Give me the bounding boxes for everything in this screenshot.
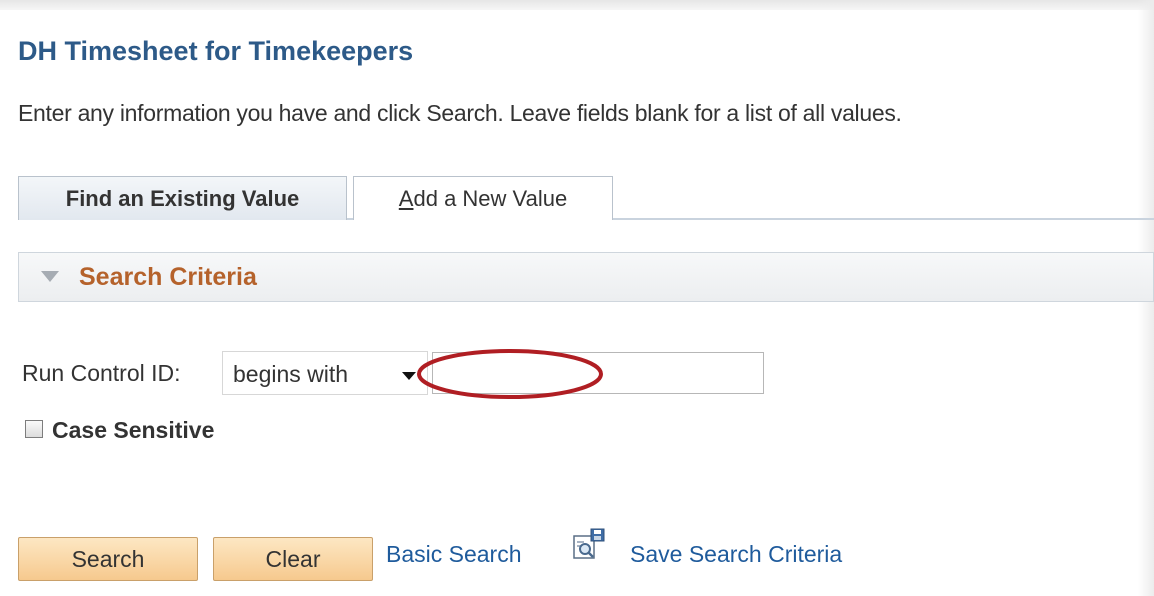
- tab-add-new-accesskey: A: [398, 185, 414, 211]
- instructions-text: Enter any information you have and click…: [18, 100, 902, 126]
- save-search-icon[interactable]: [572, 528, 606, 560]
- top-edge: [0, 0, 1154, 10]
- case-sensitive-label: Case Sensitive: [52, 417, 215, 443]
- page-title: DH Timesheet for Timekeepers: [18, 36, 414, 66]
- run-control-id-input[interactable]: [432, 352, 764, 394]
- collapse-triangle-icon[interactable]: [41, 271, 59, 282]
- save-search-criteria-link[interactable]: Save Search Criteria: [630, 541, 842, 568]
- tab-add-new-value[interactable]: Add a New Value: [353, 176, 613, 220]
- operator-selected-value: begins with: [233, 361, 349, 387]
- basic-search-link[interactable]: Basic Search: [386, 541, 522, 568]
- search-button[interactable]: Search: [18, 537, 198, 581]
- tab-find-existing-value[interactable]: Find an Existing Value: [18, 176, 347, 220]
- tab-find-existing-label: Find an Existing Value: [65, 185, 300, 211]
- dropdown-arrow-icon: [402, 372, 416, 380]
- search-criteria-title: Search Criteria: [79, 263, 257, 291]
- case-sensitive-checkbox[interactable]: [25, 420, 43, 438]
- search-criteria-header[interactable]: Search Criteria: [18, 252, 1154, 302]
- tab-add-new-label-rest: dd a New Value: [413, 185, 568, 211]
- clear-button[interactable]: Clear: [213, 537, 373, 581]
- run-control-operator-select[interactable]: begins with: [222, 351, 428, 395]
- run-control-id-label: Run Control ID:: [22, 360, 181, 386]
- tab-add-new-label: Add a New Value: [399, 186, 567, 212]
